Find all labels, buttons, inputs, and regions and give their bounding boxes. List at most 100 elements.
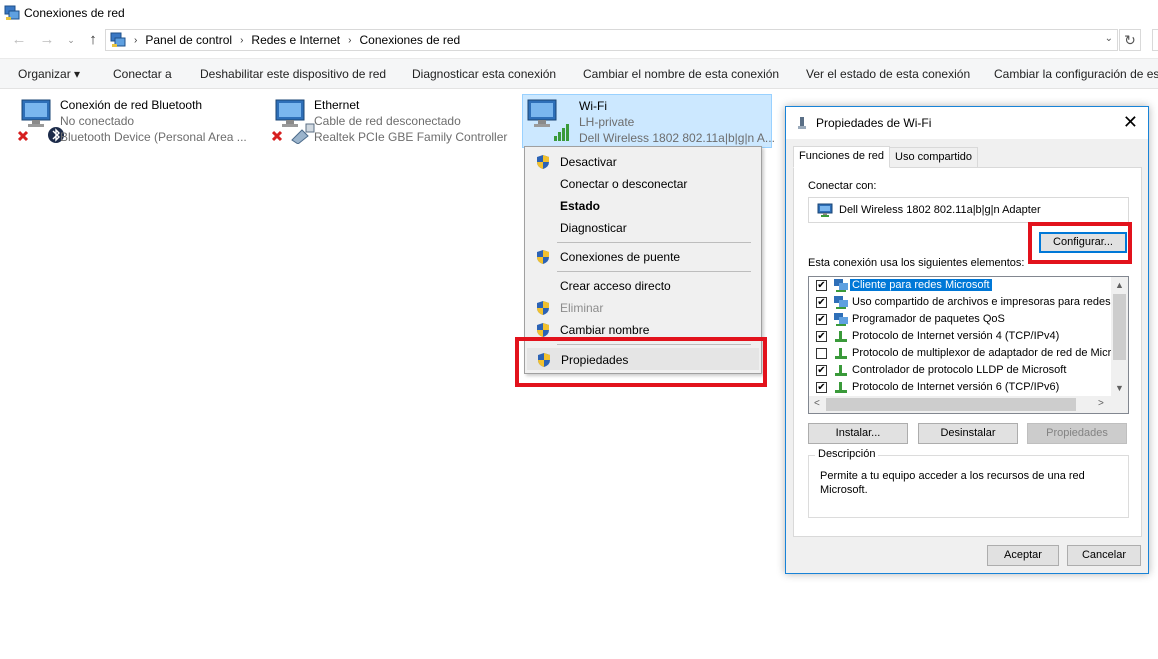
tab-sharing[interactable]: Uso compartido: [889, 147, 979, 168]
connection-status: Cable de red desconectado: [314, 114, 461, 128]
up-arrow-icon[interactable]: ↑: [84, 31, 102, 49]
adapter-field: Dell Wireless 1802 802.11a|b|g|n Adapter: [808, 197, 1129, 223]
description-title: Descripción: [815, 448, 879, 460]
list-item[interactable]: ✔ Programador de paquetes QoS: [809, 311, 1113, 328]
list-item[interactable]: ✔ Cliente para redes Microsoft: [809, 277, 1113, 294]
organize-button[interactable]: Organizar ▾: [18, 67, 80, 81]
connection-device: Dell Wireless 1802 802.11a|b|g|n A...: [579, 131, 775, 145]
list-item[interactable]: ✔ Uso compartido de archivos e impresora…: [809, 294, 1123, 311]
forward-arrow-icon[interactable]: →: [38, 31, 56, 49]
item-checkbox[interactable]: ✔: [816, 297, 827, 308]
menu-item-label: Crear acceso directo: [560, 279, 671, 293]
item-checkbox[interactable]: ✔: [816, 314, 827, 325]
menu-item-diagnose[interactable]: Diagnosticar: [527, 217, 759, 239]
connection-status: No conectado: [60, 114, 135, 128]
protocol-icon: [833, 346, 849, 361]
window-titlebar: Conexiones de red: [0, 0, 1158, 26]
rename-connection-button[interactable]: Cambiar el nombre de esta conexión: [583, 67, 779, 81]
network-connections-icon: [4, 5, 20, 21]
address-dropdown-icon[interactable]: ⌄: [1105, 33, 1113, 44]
breadcrumb-separator: ›: [240, 34, 244, 46]
description-text: Permite a tu equipo acceder a los recurs…: [820, 470, 1085, 496]
vertical-scrollbar[interactable]: ▲ ▼: [1111, 277, 1128, 398]
highlight-properties: [515, 337, 767, 387]
menu-item-label: Eliminar: [560, 301, 604, 315]
protocol-icon: [833, 363, 849, 378]
list-item[interactable]: Protocolo de multiplexor de adaptador de…: [809, 345, 1123, 362]
protocol-icon: [833, 329, 849, 344]
breadcrumb-control-panel[interactable]: Panel de control: [145, 33, 232, 47]
close-icon[interactable]: ✕: [1123, 112, 1138, 133]
connection-item-bluetooth[interactable]: Conexión de red Bluetooth No conectado B…: [4, 94, 254, 148]
network-adapter-icon: [817, 202, 833, 218]
menu-item-disable[interactable]: Desactivar: [527, 151, 759, 173]
connect-with-label: Conectar con:: [808, 180, 877, 192]
scroll-down-icon[interactable]: ▼: [1115, 383, 1124, 393]
dialog-titlebar: Propiedades de Wi-Fi ✕: [786, 107, 1148, 139]
item-label: Programador de paquetes QoS: [852, 313, 1005, 325]
menu-item-label: Desactivar: [560, 155, 617, 169]
tab-networking[interactable]: Funciones de red: [793, 146, 890, 168]
ok-button[interactable]: Aceptar: [987, 545, 1059, 566]
menu-item-bridge-connections[interactable]: Conexiones de puente: [527, 246, 759, 268]
menu-item-label: Cambiar nombre: [560, 323, 650, 337]
elements-list[interactable]: ✔ Cliente para redes Microsoft ✔ Uso com…: [808, 276, 1129, 414]
list-item[interactable]: ✔ Protocolo de Internet versión 4 (TCP/I…: [809, 328, 1113, 345]
scroll-right-icon[interactable]: >: [1098, 398, 1104, 409]
item-checkbox[interactable]: ✔: [816, 280, 827, 291]
breadcrumb-network-connections[interactable]: Conexiones de red: [360, 33, 461, 47]
item-label: Controlador de protocolo LLDP de Microso…: [852, 364, 1067, 376]
ethernet-adapter-icon: [271, 98, 315, 145]
search-box[interactable]: [1152, 29, 1158, 51]
menu-item-connect-disconnect[interactable]: Conectar o desconectar: [527, 173, 759, 195]
scroll-left-icon[interactable]: <: [814, 398, 820, 409]
network-adapter-icon: [797, 116, 807, 130]
protocol-icon: [833, 380, 849, 395]
horizontal-scrollbar[interactable]: < >: [809, 396, 1113, 413]
address-row: ← → ⌄ ↑ › Panel de control › Redes e Int…: [0, 27, 1158, 53]
elements-label: Esta conexión usa los siguientes element…: [808, 257, 1025, 269]
connection-status: LH-private: [579, 115, 635, 129]
disable-device-button[interactable]: Deshabilitar este dispositivo de red: [200, 67, 386, 81]
back-arrow-icon[interactable]: ←: [10, 31, 28, 49]
scroll-up-icon[interactable]: ▲: [1115, 280, 1124, 290]
network-service-icon: [833, 295, 849, 310]
item-label: Uso compartido de archivos e impresoras …: [852, 296, 1123, 308]
uninstall-button[interactable]: Desinstalar: [918, 423, 1018, 444]
install-button[interactable]: Instalar...: [808, 423, 908, 444]
connection-device: Bluetooth Device (Personal Area ...: [60, 130, 247, 144]
recent-locations-icon[interactable]: ⌄: [62, 31, 80, 49]
breadcrumb-network-internet[interactable]: Redes e Internet: [251, 33, 340, 47]
scroll-thumb[interactable]: [1113, 294, 1126, 360]
item-checkbox[interactable]: ✔: [816, 331, 827, 342]
refresh-icon[interactable]: ↻: [1119, 29, 1141, 51]
list-item[interactable]: ✔ Controlador de protocolo LLDP de Micro…: [809, 362, 1113, 379]
item-checkbox[interactable]: ✔: [816, 382, 827, 393]
bluetooth-adapter-icon: [17, 98, 64, 144]
item-checkbox[interactable]: ✔: [816, 365, 827, 376]
adapter-name: Dell Wireless 1802 802.11a|b|g|n Adapter: [839, 204, 1041, 216]
network-service-icon: [833, 312, 849, 327]
menu-separator: [557, 242, 751, 243]
item-checkbox[interactable]: [816, 348, 827, 359]
scroll-thumb[interactable]: [826, 398, 1076, 411]
description-group: Descripción Permite a tu equipo acceder …: [808, 448, 1129, 518]
connection-name: Conexión de red Bluetooth: [60, 98, 203, 112]
address-bar[interactable]: › Panel de control › Redes e Internet › …: [105, 29, 1118, 51]
menu-item-status[interactable]: Estado: [527, 195, 759, 217]
item-label: Protocolo de multiplexor de adaptador de…: [852, 347, 1123, 359]
menu-item-label: Conectar o desconectar: [560, 177, 688, 191]
connection-item-wifi[interactable]: Wi-Fi LH-private Dell Wireless 1802 802.…: [522, 94, 775, 148]
diagnose-connection-button[interactable]: Diagnosticar esta conexión: [412, 67, 556, 81]
connection-device: Realtek PCIe GBE Family Controller: [314, 130, 508, 144]
list-item[interactable]: ✔ Protocolo de Internet versión 6 (TCP/I…: [809, 379, 1113, 396]
menu-item-create-shortcut[interactable]: Crear acceso directo: [527, 275, 759, 297]
uac-shield-icon: [535, 154, 551, 170]
connect-to-button[interactable]: Conectar a: [113, 67, 172, 81]
command-bar: Organizar ▾ Conectar a Deshabilitar este…: [0, 58, 1158, 89]
connection-item-ethernet[interactable]: Ethernet Cable de red desconectado Realt…: [258, 94, 514, 148]
change-settings-button[interactable]: Cambiar la configuración de es: [994, 67, 1158, 81]
item-properties-button: Propiedades: [1027, 423, 1127, 444]
view-status-button[interactable]: Ver el estado de esta conexión: [806, 67, 970, 81]
cancel-button[interactable]: Cancelar: [1067, 545, 1141, 566]
